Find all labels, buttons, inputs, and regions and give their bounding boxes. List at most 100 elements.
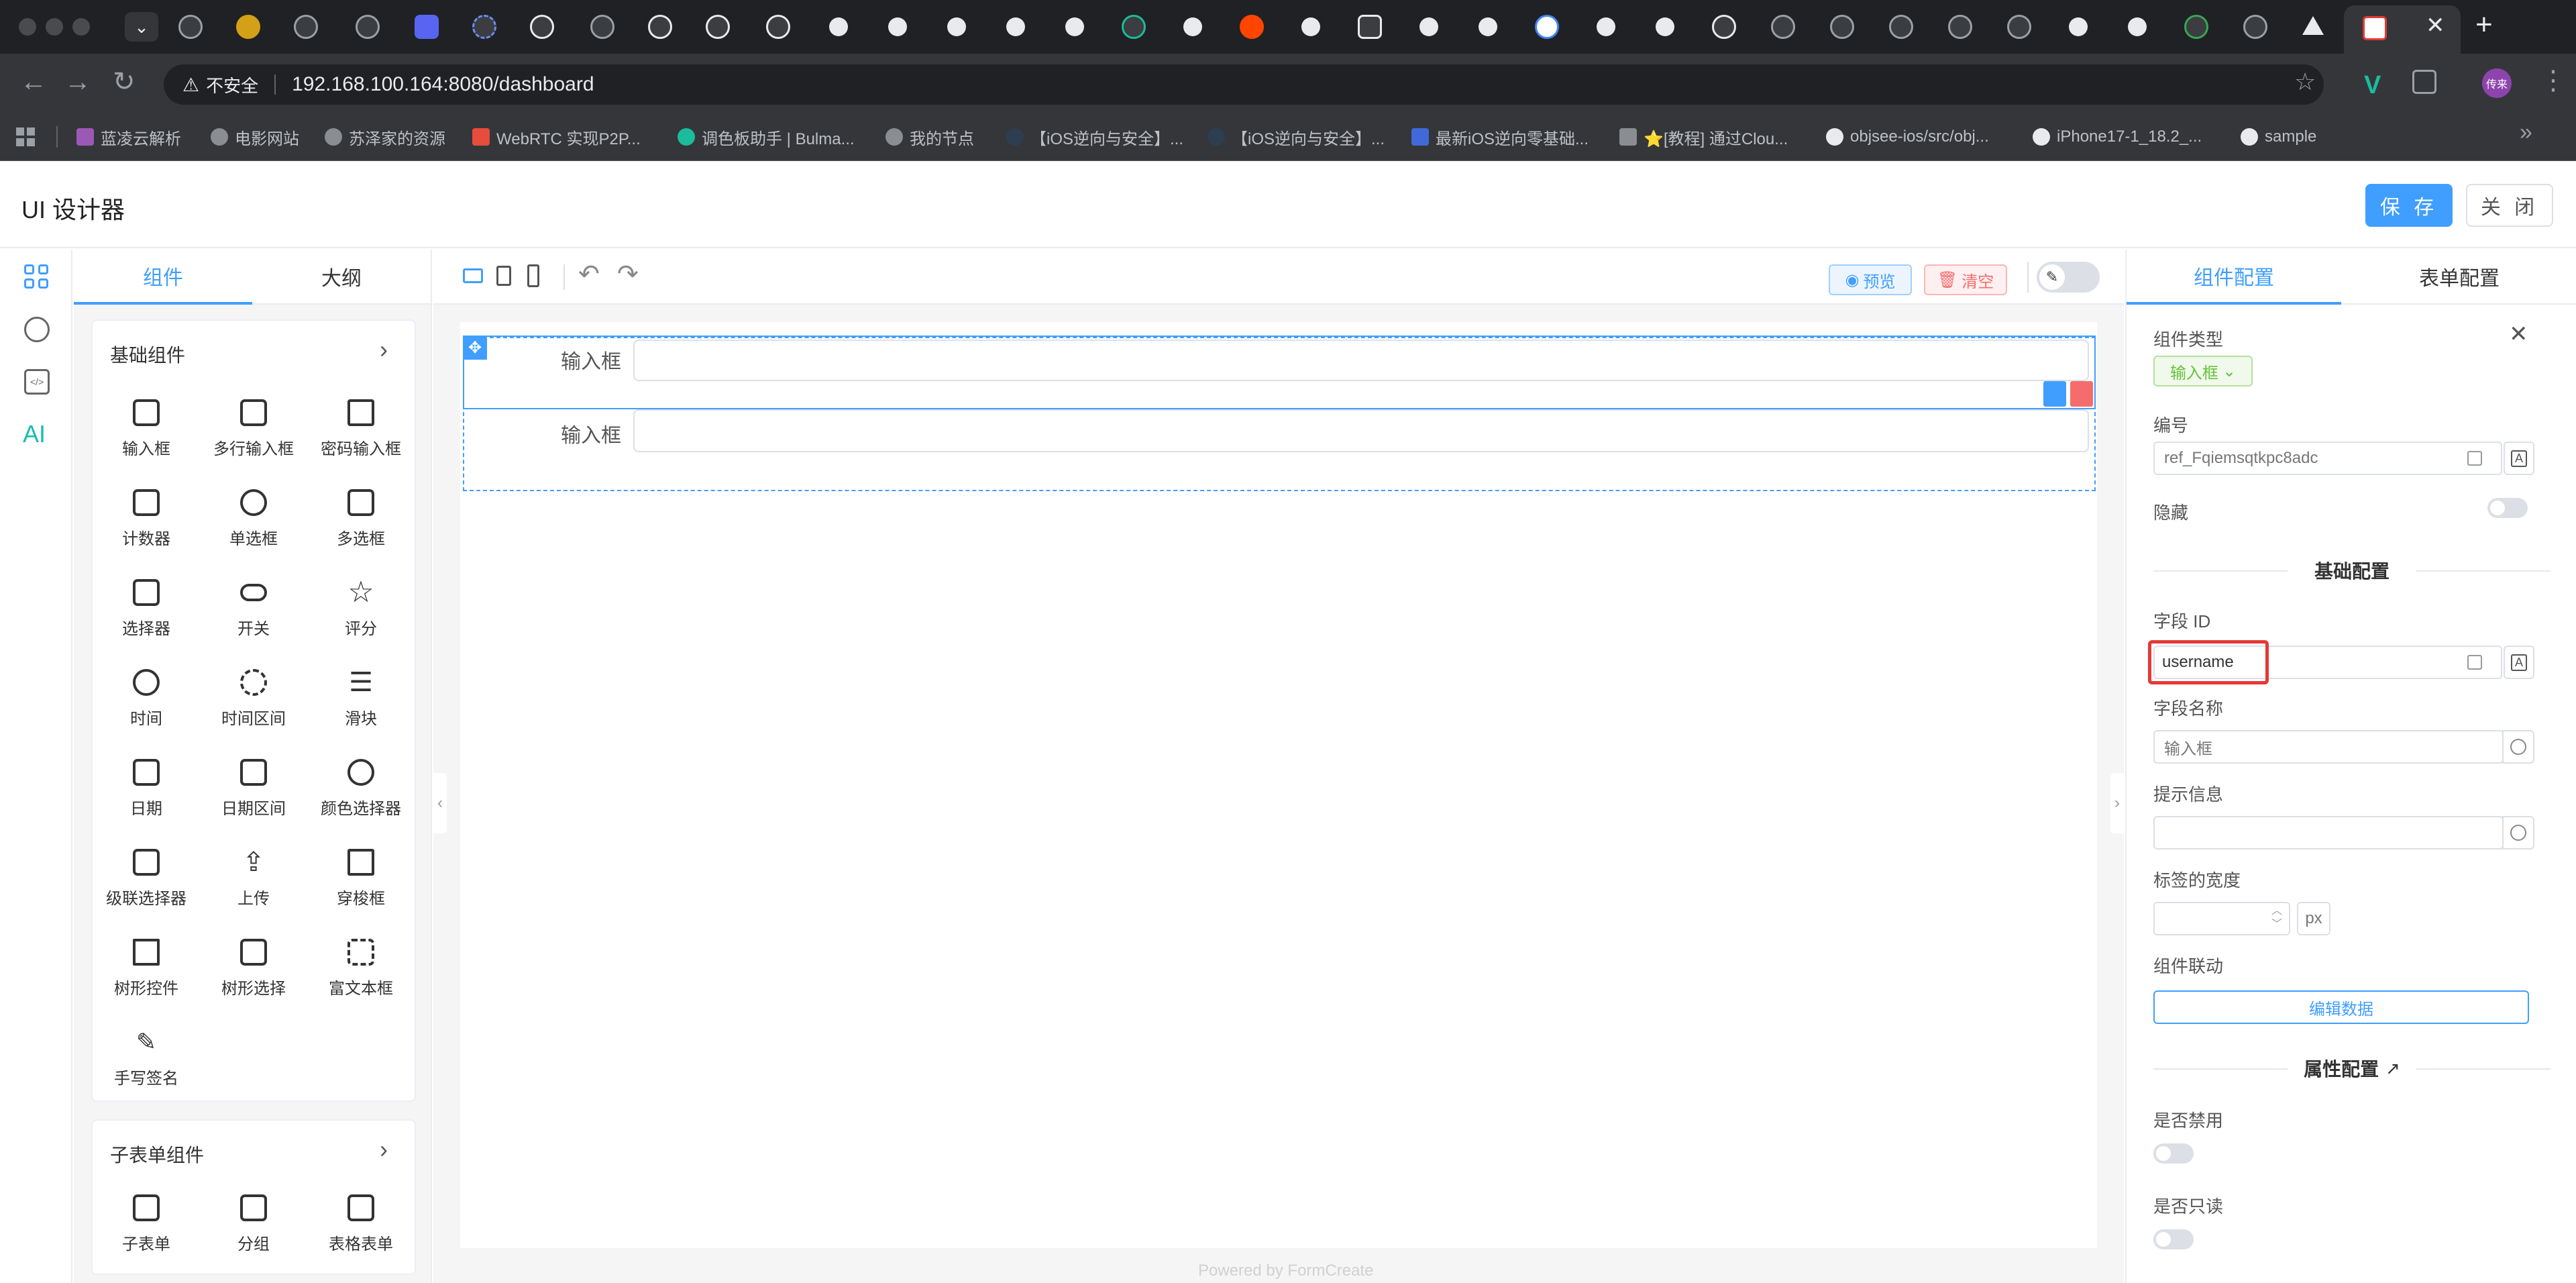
tab-components[interactable]: 组件: [74, 250, 252, 305]
component-checkbox[interactable]: 多选框: [307, 474, 415, 564]
delete-field-icon[interactable]: [2070, 381, 2093, 407]
component-date[interactable]: 日期: [93, 743, 200, 833]
tab-favicon[interactable]: [706, 15, 730, 39]
label-width-input[interactable]: [2153, 902, 2290, 935]
component-type-tag[interactable]: 输入框 ⌄: [2153, 356, 2253, 387]
close-config-icon[interactable]: ✕: [2509, 321, 2528, 348]
tab-component-config[interactable]: 组件配置: [2127, 250, 2341, 305]
copy-field-icon[interactable]: [2043, 381, 2066, 407]
more-menu-icon[interactable]: ⋮: [2540, 67, 2567, 94]
github-tab-icon[interactable]: [885, 15, 910, 39]
url-text[interactable]: 192.168.100.164:8080/dashboard: [292, 73, 594, 96]
component-transfer[interactable]: 穿梭框: [307, 833, 415, 923]
tab-favicon[interactable]: [766, 15, 790, 39]
font-a-button[interactable]: A: [2504, 442, 2534, 475]
globe-icon[interactable]: [24, 317, 50, 342]
github-tab-icon[interactable]: [1063, 15, 1087, 39]
forward-icon[interactable]: →: [64, 68, 91, 95]
component-cascader[interactable]: 级联选择器: [93, 833, 200, 923]
github-tab-icon[interactable]: [826, 15, 851, 39]
component-date-range[interactable]: 日期区间: [200, 743, 307, 833]
github-tab-icon[interactable]: [1594, 15, 1618, 39]
profile-avatar[interactable]: 传来: [2482, 68, 2512, 98]
component-signature[interactable]: ✎ 手写签名: [93, 1013, 200, 1103]
active-tab[interactable]: ✕: [2344, 5, 2461, 54]
bookmark-item[interactable]: 【iOS逆向与安全】...: [1208, 113, 1385, 161]
component-slider[interactable]: ☰ 滑块: [307, 654, 415, 743]
apps-grid-icon[interactable]: [16, 127, 35, 146]
component-group[interactable]: 分组: [200, 1184, 307, 1264]
tab-favicon[interactable]: [2243, 15, 2267, 39]
window-minimize-control[interactable]: [46, 18, 63, 36]
edit-mode-toggle[interactable]: ✎: [2037, 262, 2100, 293]
selected-field-frame[interactable]: ✥ 输入框: [463, 336, 2096, 409]
collapse-right-panel-icon[interactable]: ›: [2110, 773, 2124, 833]
font-a-button[interactable]: A: [2504, 646, 2534, 679]
github-tab-icon[interactable]: [1417, 15, 1441, 39]
bookmarks-overflow-icon[interactable]: »: [2520, 121, 2532, 144]
component-select[interactable]: 选择器: [93, 564, 200, 654]
tab-favicon[interactable]: [1712, 15, 1736, 39]
github-tab-icon[interactable]: [1476, 15, 1500, 39]
component-radio[interactable]: 单选框: [200, 474, 307, 564]
github-tab-icon[interactable]: [1004, 15, 1028, 39]
github-tab-icon[interactable]: [2066, 15, 2090, 39]
bookmark-item[interactable]: objsee-ios/src/obj...: [1826, 113, 1989, 161]
close-tab-icon[interactable]: ✕: [2426, 12, 2445, 39]
disabled-toggle[interactable]: [2153, 1143, 2194, 1164]
preview-button[interactable]: ◉ 预览: [1829, 264, 1912, 295]
field-name-input[interactable]: 输入框: [2153, 730, 2504, 764]
tab-favicon[interactable]: [236, 15, 260, 39]
tab-form-config[interactable]: 表单配置: [2341, 250, 2576, 305]
collapse-left-panel-icon[interactable]: ‹: [433, 773, 447, 833]
tab-favicon[interactable]: [1122, 15, 1146, 39]
chrome-tab-icon[interactable]: [1830, 15, 1854, 39]
bookmark-item[interactable]: ⭐[教程] 通过Clou...: [1619, 113, 1788, 161]
tab-search-chevron-icon[interactable]: ⌄: [125, 12, 158, 42]
bookmark-item[interactable]: 苏泽家的资源: [325, 113, 445, 161]
field-input[interactable]: [633, 340, 2089, 381]
bookmark-item[interactable]: sample: [2241, 113, 2316, 161]
component-tree-select[interactable]: 树形选择: [200, 923, 307, 1013]
hidden-toggle[interactable]: [2487, 498, 2528, 518]
github-tab-icon[interactable]: [1181, 15, 1205, 39]
tab-favicon[interactable]: [472, 15, 496, 39]
github-tab-icon[interactable]: [2125, 15, 2149, 39]
component-tree[interactable]: 树形控件: [93, 923, 200, 1013]
extensions-puzzle-icon[interactable]: [2412, 70, 2436, 94]
google-tab-icon[interactable]: [1535, 15, 1559, 39]
tab-favicon[interactable]: [1948, 15, 1972, 39]
hint-input[interactable]: [2153, 816, 2504, 850]
code-icon[interactable]: </>: [24, 369, 50, 395]
reddit-tab-icon[interactable]: [1240, 15, 1264, 39]
mobile-view-icon[interactable]: [527, 264, 539, 287]
bookmark-item[interactable]: 【iOS逆向与安全】...: [1006, 113, 1183, 161]
globe-icon[interactable]: [2502, 730, 2534, 764]
bookmark-star-icon[interactable]: ☆: [2294, 70, 2316, 94]
id-input[interactable]: ref_Fqiemsqtkpc8adc: [2153, 442, 2502, 475]
reload-icon[interactable]: ↻: [113, 68, 136, 95]
bookmark-item[interactable]: 最新iOS逆向零基础...: [1411, 113, 1589, 161]
component-input[interactable]: 输入框: [93, 384, 200, 474]
component-time-range[interactable]: 时间区间: [200, 654, 307, 743]
bookmark-item[interactable]: 蓝凌云解析: [76, 113, 181, 161]
ai-button[interactable]: AI: [23, 420, 46, 448]
chevron-right-icon[interactable]: ›: [380, 336, 388, 364]
tab-favicon[interactable]: [294, 15, 318, 39]
tab-favicon[interactable]: [2007, 15, 2031, 39]
bookmark-item[interactable]: WebRTC 实现P2P...: [472, 113, 641, 161]
chevron-right-icon[interactable]: ›: [380, 1135, 388, 1164]
tab-favicon[interactable]: [178, 15, 203, 39]
window-close-control[interactable]: [19, 18, 36, 36]
new-tab-icon[interactable]: +: [2475, 8, 2493, 42]
tablet-view-icon[interactable]: [496, 266, 511, 286]
component-textarea[interactable]: 多行输入框: [200, 384, 307, 474]
component-switch[interactable]: 开关: [200, 564, 307, 654]
window-zoom-control[interactable]: [72, 18, 90, 36]
extension-v-icon[interactable]: V: [2364, 71, 2381, 100]
component-password[interactable]: 密码输入框: [307, 384, 415, 474]
bookmark-item[interactable]: iPhone17-1_18.2_...: [2033, 113, 2202, 161]
tab-favicon[interactable]: [1771, 15, 1795, 39]
components-grid-icon[interactable]: [24, 264, 48, 289]
tab-favicon[interactable]: [1889, 15, 1913, 39]
